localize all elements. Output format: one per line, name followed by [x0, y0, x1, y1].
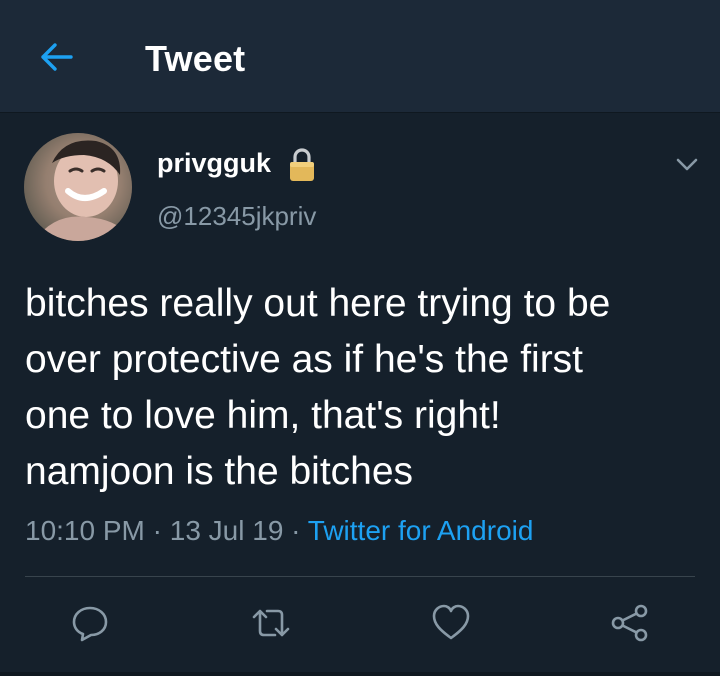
author-handle[interactable]: @12345jkpriv	[157, 201, 316, 232]
tweet-date: 13 Jul 19	[169, 515, 284, 546]
tweet-detail-screen: Tweet privgguk @12345jkpriv bitches real…	[0, 0, 720, 676]
heart-icon	[432, 604, 470, 640]
avatar-photo	[24, 133, 132, 241]
author-display-name[interactable]: privgguk	[157, 148, 271, 179]
meta-separator: ·	[291, 515, 301, 546]
share-icon	[611, 604, 648, 642]
tweet-source-link[interactable]: Twitter for Android	[308, 515, 534, 546]
meta-separator: ·	[152, 515, 162, 546]
page-title: Tweet	[145, 38, 246, 79]
top-bar: Tweet	[0, 0, 720, 113]
tweet-time: 10:10 PM	[25, 515, 145, 546]
share-button[interactable]	[602, 595, 658, 651]
reply-button[interactable]	[62, 595, 118, 651]
reply-icon	[72, 606, 108, 642]
arrow-left-icon	[41, 43, 73, 71]
avatar[interactable]	[24, 133, 132, 241]
chevron-down-icon	[676, 158, 698, 171]
retweet-button[interactable]	[243, 595, 299, 651]
like-button[interactable]	[423, 595, 479, 651]
divider	[25, 576, 695, 577]
bottom-divider	[0, 672, 720, 676]
tweet-options-button[interactable]	[668, 148, 706, 182]
tweet-metadata: 10:10 PM · 13 Jul 19 · Twitter for Andro…	[25, 515, 533, 547]
retweet-icon	[252, 609, 290, 637]
tweet-actions-bar	[0, 595, 720, 655]
tweet-text: bitches really out here trying to be ove…	[25, 282, 611, 493]
back-button[interactable]	[30, 34, 82, 80]
lock-icon	[290, 148, 314, 181]
